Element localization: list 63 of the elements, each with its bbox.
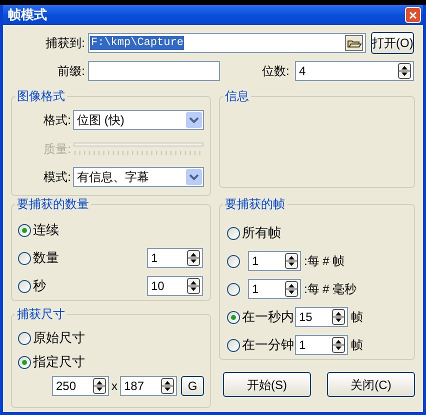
radio-button[interactable] [227, 338, 240, 352]
push-button[interactable]: 开始(S) [223, 372, 311, 397]
push-button[interactable]: 打开(O) [371, 32, 414, 54]
radio-button[interactable] [18, 224, 31, 236]
close-button[interactable]: × [405, 7, 421, 23]
folder-icon[interactable] [345, 35, 363, 51]
field-label: 位数: [262, 63, 290, 80]
radio-label: 数量 [33, 249, 59, 268]
push-button[interactable]: 关闭(C) [327, 372, 415, 397]
field-label: 捕获到: [44, 35, 86, 52]
prefix-field[interactable] [88, 61, 220, 81]
separator-text: x [110, 378, 118, 395]
dropdown[interactable]: 有信息、字幕 [73, 167, 204, 187]
group-title: 信息 [223, 88, 251, 104]
spin-field[interactable]: 187 [120, 376, 177, 396]
field-label: :每 # 毫秒 [304, 281, 357, 298]
group-title: 图像格式 [15, 88, 67, 104]
field-label: 帧 [351, 309, 363, 326]
dropdown[interactable]: 位图 (快) [73, 110, 204, 130]
radio-label: 指定尺寸 [33, 353, 85, 372]
path-field[interactable]: F:\kmp\Capture [88, 33, 366, 53]
group-title: 捕获尺寸 [15, 306, 67, 322]
field-label: 格式: [42, 112, 72, 129]
radio-button[interactable] [18, 332, 31, 344]
field-label: 帧 [351, 337, 363, 354]
radio-button[interactable] [227, 282, 240, 296]
spin-field[interactable]: 1 [248, 251, 301, 271]
spin-field[interactable]: 250 [52, 376, 109, 396]
spin-button[interactable] [332, 337, 345, 353]
group-title: 要捕获的数量 [15, 196, 91, 212]
radio-button[interactable] [18, 252, 31, 264]
radio-button[interactable] [227, 226, 240, 240]
field-label: :每 # 帧 [304, 253, 345, 270]
radio-button[interactable] [227, 254, 240, 268]
radio-button[interactable] [18, 356, 31, 368]
group-title: 要捕获的帧 [223, 196, 287, 212]
spin-button[interactable] [398, 63, 411, 79]
window-title: 帧模式 [7, 6, 47, 24]
spin-button[interactable] [187, 278, 200, 294]
spin-field[interactable]: 15 [295, 307, 348, 327]
field-label: 前缀: [56, 63, 86, 80]
field-label: 模式: [42, 169, 72, 186]
radio-label: 原始尺寸 [33, 329, 85, 348]
radio-label: 连续 [33, 221, 59, 240]
spin-button[interactable] [93, 378, 106, 394]
radio-label: 在一秒内 [242, 308, 294, 326]
spin-button[interactable] [285, 281, 298, 297]
spin-field[interactable]: 10 [147, 276, 203, 296]
push-button[interactable]: G [181, 376, 204, 396]
radio-label: 所有帧 [242, 224, 281, 242]
spin-field[interactable]: 1 [147, 248, 203, 268]
radio-button[interactable] [18, 280, 31, 292]
spin-field[interactable]: 1 [295, 335, 348, 355]
spin-button[interactable] [285, 253, 298, 269]
radio-label: 秒 [33, 277, 46, 296]
spin-button[interactable] [332, 309, 345, 325]
spin-field[interactable]: 1 [248, 279, 301, 299]
spin-field[interactable]: 4 [295, 61, 414, 81]
radio-button[interactable] [227, 310, 240, 324]
spin-button[interactable] [187, 250, 200, 266]
field-label: 质量: [42, 141, 72, 158]
radio-label: 在一分钟 [242, 336, 294, 354]
spin-button[interactable] [161, 378, 174, 394]
